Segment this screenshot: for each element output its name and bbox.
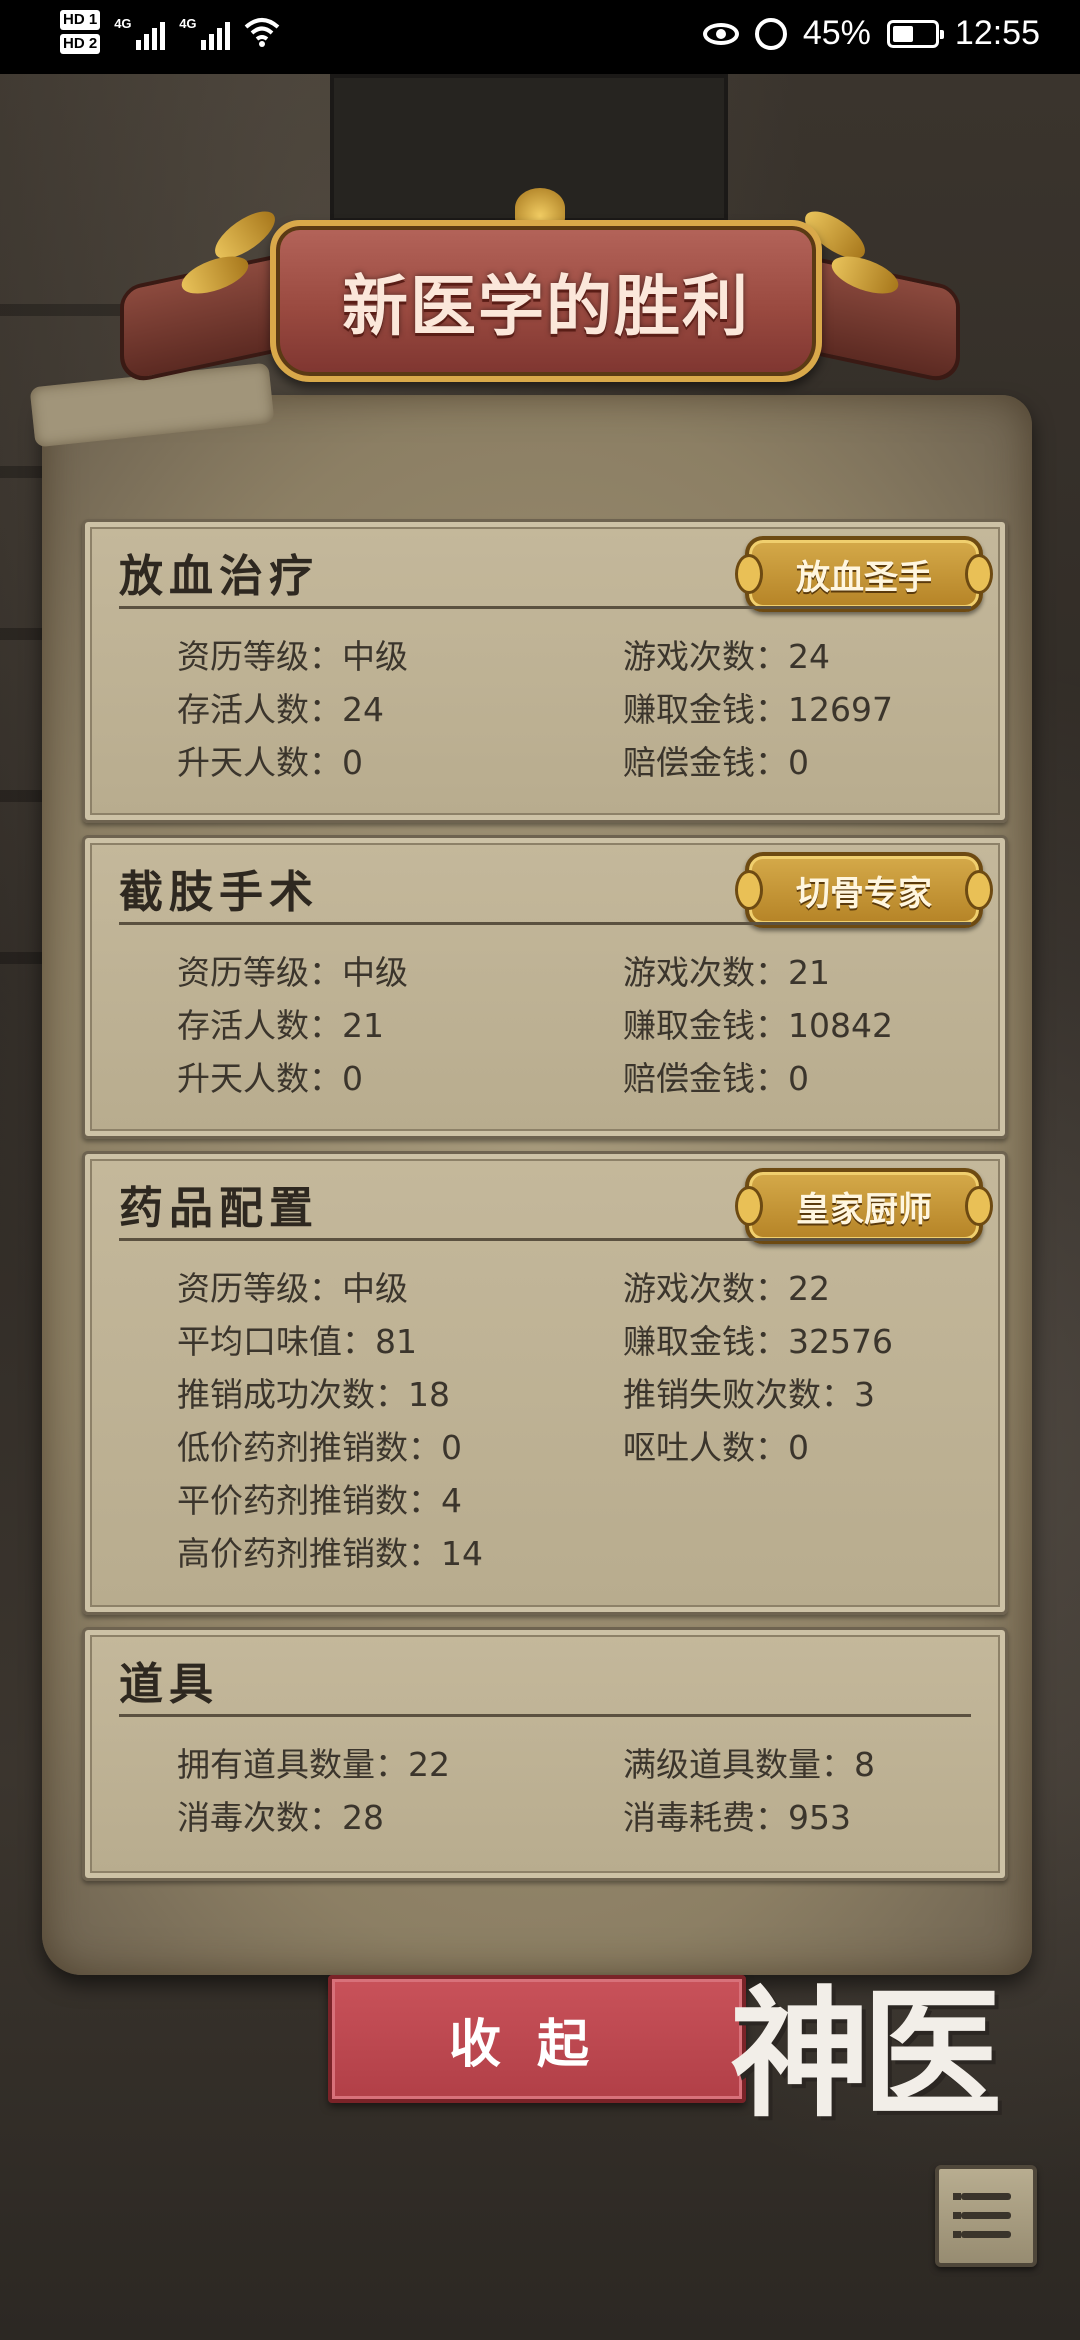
stat-item: 赔偿金钱：0 (623, 743, 809, 782)
achievement-badge: 皇家厨师 (735, 1168, 993, 1244)
stat-item: 升天人数：0 (177, 743, 363, 782)
stat-grid: 资历等级：中级 游戏次数：22 平均口味值：81 赚取金钱：32576 推销成功… (177, 1266, 957, 1576)
stat-grid: 资历等级：中级 游戏次数：24 存活人数：24 赚取金钱：12697 升天人数：… (177, 634, 957, 785)
title-plaque: 新医学的胜利 (270, 220, 822, 382)
hd-indicator: HD 1 HD 2 (60, 8, 101, 56)
stat-item: 游戏次数：24 (623, 637, 830, 676)
section-heading: 放血治疗 (119, 551, 319, 602)
section-amputation: 截肢手术 切骨专家 资历等级：中级 游戏次数：21 存活人数：21 赚取金钱：1… (82, 835, 1008, 1139)
network-type-label-2: 4G (179, 16, 197, 31)
stat-item: 呕吐人数：0 (623, 1428, 809, 1467)
status-bar: HD 1 HD 2 4G 4G 45% 12:55 (0, 0, 1080, 74)
collapse-button[interactable]: 收起 (328, 1975, 746, 2103)
stat-item (623, 1478, 957, 1523)
battery-percent: 45% (802, 14, 871, 52)
section-medicine: 药品配置 皇家厨师 资历等级：中级 游戏次数：22 平均口味值：81 赚取金钱：… (82, 1151, 1008, 1615)
divider (119, 1714, 971, 1717)
signal-icon: 4G (114, 14, 166, 50)
section-heading: 药品配置 (119, 1183, 319, 1234)
battery-icon (886, 19, 944, 48)
stat-item: 拥有道具数量：22 (177, 1745, 450, 1784)
stats-panel: 放血治疗 放血圣手 资历等级：中级 游戏次数：24 存活人数：24 赚取金钱：1… (42, 395, 1032, 1975)
stat-item: 消毒次数：28 (177, 1798, 384, 1837)
hd1-label: HD 1 (60, 10, 101, 30)
wifi-icon (244, 18, 280, 47)
stat-item: 赚取金钱：12697 (623, 690, 893, 729)
stat-item: 赚取金钱：10842 (623, 1006, 893, 1045)
stat-item: 资历等级：中级 (177, 953, 408, 992)
stat-item: 平价药剂推销数：4 (177, 1481, 462, 1520)
stat-item (623, 1531, 957, 1576)
achievement-badge: 切骨专家 (735, 852, 993, 928)
stat-item: 赔偿金钱：0 (623, 1059, 809, 1098)
stat-item: 推销成功次数：18 (177, 1375, 450, 1414)
stat-item: 存活人数：21 (177, 1006, 384, 1045)
stat-grid: 拥有道具数量：22 满级道具数量：8 消毒次数：28 消毒耗费：953 (177, 1742, 957, 1840)
achievement-badge: 放血圣手 (735, 536, 993, 612)
stat-item: 低价药剂推销数：0 (177, 1428, 462, 1467)
stat-item: 高价药剂推销数：14 (177, 1534, 483, 1573)
section-bloodletting: 放血治疗 放血圣手 资历等级：中级 游戏次数：24 存活人数：24 赚取金钱：1… (82, 519, 1008, 823)
stat-item: 消毒耗费：953 (623, 1798, 851, 1837)
signal-icon-2: 4G (179, 14, 231, 50)
stat-item: 游戏次数：21 (623, 953, 830, 992)
stat-item: 升天人数：0 (177, 1059, 363, 1098)
title-banner: 新医学的胜利 (120, 150, 960, 440)
stat-item: 满级道具数量：8 (623, 1745, 875, 1784)
stat-item: 存活人数：24 (177, 690, 384, 729)
stat-item: 推销失败次数：3 (623, 1375, 875, 1414)
divider (119, 606, 971, 609)
divider (119, 922, 971, 925)
section-heading: 截肢手术 (119, 867, 319, 918)
eye-icon (702, 22, 739, 45)
page-title: 新医学的胜利 (342, 267, 750, 345)
alarm-icon (754, 17, 787, 50)
section-heading: 道具 (119, 1659, 219, 1710)
stat-item: 游戏次数：22 (623, 1269, 830, 1308)
hd2-label: HD 2 (60, 34, 101, 54)
network-type-label: 4G (114, 16, 132, 31)
stat-item: 平均口味值：81 (177, 1322, 417, 1361)
stat-item: 资历等级：中级 (177, 637, 408, 676)
stat-grid: 资历等级：中级 游戏次数：21 存活人数：21 赚取金钱：10842 升天人数：… (177, 950, 957, 1101)
game-logo: 神医 (730, 1973, 1002, 2137)
section-items: 道具 拥有道具数量：22 满级道具数量：8 消毒次数：28 消毒耗费：953 (82, 1627, 1008, 1881)
menu-list-icon[interactable] (935, 2165, 1037, 2267)
clock: 12:55 (954, 14, 1040, 52)
divider (119, 1238, 971, 1241)
stat-item: 赚取金钱：32576 (623, 1322, 893, 1361)
stat-item: 资历等级：中级 (177, 1269, 408, 1308)
